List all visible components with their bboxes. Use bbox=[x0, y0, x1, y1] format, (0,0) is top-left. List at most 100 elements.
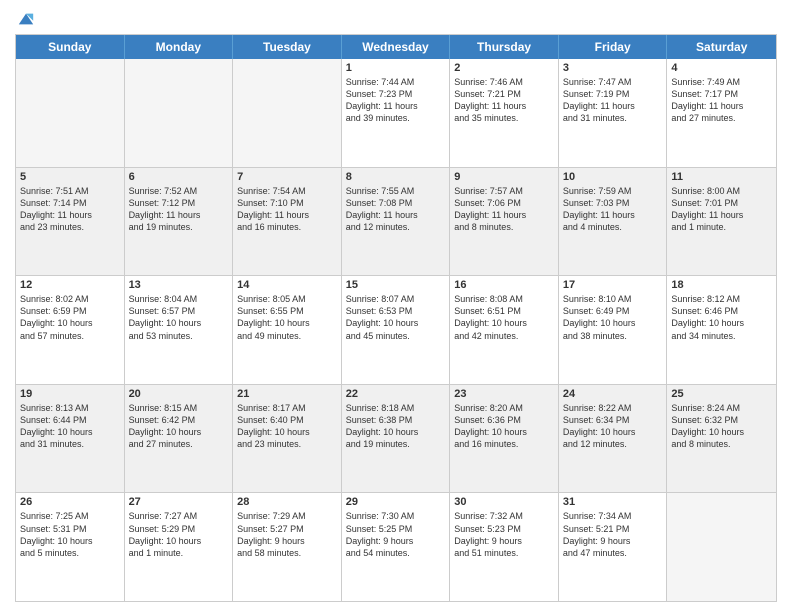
header bbox=[15, 10, 777, 28]
calendar-cell-19: 19Sunrise: 8:13 AM Sunset: 6:44 PM Dayli… bbox=[16, 385, 125, 493]
calendar-cell-25: 25 Sunrise: 8:24 AM Sunset: 6:32 PM Dayli… bbox=[667, 385, 776, 493]
cell-content: Sunrise: 7:44 AM Sunset: 7:23 PM Dayligh… bbox=[346, 76, 446, 125]
cell-content: Sunrise: 7:29 AM Sunset: 5:27 PM Dayligh… bbox=[237, 510, 337, 559]
day-number: 18 bbox=[671, 279, 772, 291]
calendar-cell-10: 10 Sunrise: 7:59 AM Sunset: 7:03 PM Dayli… bbox=[559, 168, 668, 276]
calendar-cell-30: 30 Sunrise: 7:32 AM Sunset: 5:23 PM Dayli… bbox=[450, 493, 559, 601]
calendar-cell-13: 13 Sunrise: 8:04 AM Sunset: 6:57 PM Dayli… bbox=[125, 276, 234, 384]
calendar-cell-28: 28 Sunrise: 7:29 AM Sunset: 5:27 PM Dayli… bbox=[233, 493, 342, 601]
calendar-cell-3: 3 Sunrise: 7:47 AM Sunset: 7:19 PM Daylig… bbox=[559, 59, 668, 167]
day-number: 29 bbox=[346, 496, 446, 508]
day-number: 16 bbox=[454, 279, 554, 291]
header-cell-friday: Friday bbox=[559, 35, 668, 59]
calendar-header: SundayMondayTuesdayWednesdayThursdayFrid… bbox=[16, 35, 776, 59]
cell-content: Sunrise: 8:00 AM Sunset: 7:01 PM Dayligh… bbox=[671, 185, 772, 234]
header-cell-thursday: Thursday bbox=[450, 35, 559, 59]
calendar-cell-27: 27 Sunrise: 7:27 AM Sunset: 5:29 PM Dayli… bbox=[125, 493, 234, 601]
day-number: 11 bbox=[671, 171, 772, 183]
cell-content: Sunrise: 8:12 AM Sunset: 6:46 PM Dayligh… bbox=[671, 293, 772, 342]
cell-content: Sunrise: 8:15 AM Sunset: 6:42 PM Dayligh… bbox=[129, 402, 229, 451]
calendar-cell-7: 7 Sunrise: 7:54 AM Sunset: 7:10 PM Daylig… bbox=[233, 168, 342, 276]
day-number: 6 bbox=[129, 171, 229, 183]
day-number: 27 bbox=[129, 496, 229, 508]
calendar-cell-23: 23 Sunrise: 8:20 AM Sunset: 6:36 PM Dayli… bbox=[450, 385, 559, 493]
calendar-row-4: 19Sunrise: 8:13 AM Sunset: 6:44 PM Dayli… bbox=[16, 384, 776, 493]
cell-content: Sunrise: 7:32 AM Sunset: 5:23 PM Dayligh… bbox=[454, 510, 554, 559]
cell-content: Sunrise: 8:08 AM Sunset: 6:51 PM Dayligh… bbox=[454, 293, 554, 342]
day-number: 12 bbox=[20, 279, 120, 291]
day-number: 7 bbox=[237, 171, 337, 183]
day-number: 25 bbox=[671, 388, 772, 400]
day-number: 20 bbox=[129, 388, 229, 400]
cell-content: Sunrise: 8:04 AM Sunset: 6:57 PM Dayligh… bbox=[129, 293, 229, 342]
day-number: 3 bbox=[563, 62, 663, 74]
cell-content: Sunrise: 7:57 AM Sunset: 7:06 PM Dayligh… bbox=[454, 185, 554, 234]
cell-content: Sunrise: 7:30 AM Sunset: 5:25 PM Dayligh… bbox=[346, 510, 446, 559]
day-number: 23 bbox=[454, 388, 554, 400]
cell-content: Sunrise: 7:46 AM Sunset: 7:21 PM Dayligh… bbox=[454, 76, 554, 125]
calendar-cell-24: 24 Sunrise: 8:22 AM Sunset: 6:34 PM Dayli… bbox=[559, 385, 668, 493]
calendar: SundayMondayTuesdayWednesdayThursdayFrid… bbox=[15, 34, 777, 602]
day-number: 13 bbox=[129, 279, 229, 291]
cell-content: Sunrise: 7:52 AM Sunset: 7:12 PM Dayligh… bbox=[129, 185, 229, 234]
calendar-cell-31: 31 Sunrise: 7:34 AM Sunset: 5:21 PM Dayli… bbox=[559, 493, 668, 601]
cell-content: Sunrise: 7:34 AM Sunset: 5:21 PM Dayligh… bbox=[563, 510, 663, 559]
calendar-cell-11: 11 Sunrise: 8:00 AM Sunset: 7:01 PM Dayli… bbox=[667, 168, 776, 276]
calendar-row-1: 1Sunrise: 7:44 AM Sunset: 7:23 PM Daylig… bbox=[16, 59, 776, 167]
header-cell-saturday: Saturday bbox=[667, 35, 776, 59]
calendar-row-5: 26Sunrise: 7:25 AM Sunset: 5:31 PM Dayli… bbox=[16, 492, 776, 601]
cell-content: Sunrise: 8:18 AM Sunset: 6:38 PM Dayligh… bbox=[346, 402, 446, 451]
header-cell-sunday: Sunday bbox=[16, 35, 125, 59]
calendar-cell-6: 6 Sunrise: 7:52 AM Sunset: 7:12 PM Daylig… bbox=[125, 168, 234, 276]
cell-content: Sunrise: 8:02 AM Sunset: 6:59 PM Dayligh… bbox=[20, 293, 120, 342]
cell-content: Sunrise: 7:25 AM Sunset: 5:31 PM Dayligh… bbox=[20, 510, 120, 559]
calendar-cell-20: 20 Sunrise: 8:15 AM Sunset: 6:42 PM Dayli… bbox=[125, 385, 234, 493]
cell-content: Sunrise: 7:51 AM Sunset: 7:14 PM Dayligh… bbox=[20, 185, 120, 234]
calendar-body: 1Sunrise: 7:44 AM Sunset: 7:23 PM Daylig… bbox=[16, 59, 776, 601]
header-cell-wednesday: Wednesday bbox=[342, 35, 451, 59]
cell-content: Sunrise: 7:59 AM Sunset: 7:03 PM Dayligh… bbox=[563, 185, 663, 234]
cell-content: Sunrise: 8:07 AM Sunset: 6:53 PM Dayligh… bbox=[346, 293, 446, 342]
day-number: 28 bbox=[237, 496, 337, 508]
day-number: 10 bbox=[563, 171, 663, 183]
header-cell-tuesday: Tuesday bbox=[233, 35, 342, 59]
calendar-cell-8: 8 Sunrise: 7:55 AM Sunset: 7:08 PM Daylig… bbox=[342, 168, 451, 276]
day-number: 19 bbox=[20, 388, 120, 400]
cell-content: Sunrise: 7:54 AM Sunset: 7:10 PM Dayligh… bbox=[237, 185, 337, 234]
cell-content: Sunrise: 7:27 AM Sunset: 5:29 PM Dayligh… bbox=[129, 510, 229, 559]
cell-content: Sunrise: 8:24 AM Sunset: 6:32 PM Dayligh… bbox=[671, 402, 772, 451]
cell-content: Sunrise: 7:49 AM Sunset: 7:17 PM Dayligh… bbox=[671, 76, 772, 125]
day-number: 22 bbox=[346, 388, 446, 400]
day-number: 30 bbox=[454, 496, 554, 508]
calendar-row-3: 12 Sunrise: 8:02 AM Sunset: 6:59 PM Dayli… bbox=[16, 275, 776, 384]
cell-content: Sunrise: 7:47 AM Sunset: 7:19 PM Dayligh… bbox=[563, 76, 663, 125]
logo bbox=[15, 10, 35, 28]
day-number: 14 bbox=[237, 279, 337, 291]
calendar-cell-4: 4Sunrise: 7:49 AM Sunset: 7:17 PM Daylig… bbox=[667, 59, 776, 167]
cell-content: Sunrise: 7:55 AM Sunset: 7:08 PM Dayligh… bbox=[346, 185, 446, 234]
calendar-cell-16: 16 Sunrise: 8:08 AM Sunset: 6:51 PM Dayli… bbox=[450, 276, 559, 384]
cell-content: Sunrise: 8:10 AM Sunset: 6:49 PM Dayligh… bbox=[563, 293, 663, 342]
day-number: 5 bbox=[20, 171, 120, 183]
calendar-cell-9: 9 Sunrise: 7:57 AM Sunset: 7:06 PM Daylig… bbox=[450, 168, 559, 276]
day-number: 24 bbox=[563, 388, 663, 400]
calendar-cell-15: 15Sunrise: 8:07 AM Sunset: 6:53 PM Dayli… bbox=[342, 276, 451, 384]
header-cell-monday: Monday bbox=[125, 35, 234, 59]
calendar-cell-14: 14Sunrise: 8:05 AM Sunset: 6:55 PM Dayli… bbox=[233, 276, 342, 384]
calendar-cell-12: 12 Sunrise: 8:02 AM Sunset: 6:59 PM Dayli… bbox=[16, 276, 125, 384]
calendar-cell-empty-0-1 bbox=[125, 59, 234, 167]
day-number: 17 bbox=[563, 279, 663, 291]
day-number: 21 bbox=[237, 388, 337, 400]
day-number: 9 bbox=[454, 171, 554, 183]
logo-icon bbox=[17, 10, 35, 28]
calendar-cell-29: 29 Sunrise: 7:30 AM Sunset: 5:25 PM Dayli… bbox=[342, 493, 451, 601]
cell-content: Sunrise: 8:20 AM Sunset: 6:36 PM Dayligh… bbox=[454, 402, 554, 451]
calendar-cell-empty-4-6 bbox=[667, 493, 776, 601]
day-number: 8 bbox=[346, 171, 446, 183]
day-number: 31 bbox=[563, 496, 663, 508]
cell-content: Sunrise: 8:17 AM Sunset: 6:40 PM Dayligh… bbox=[237, 402, 337, 451]
calendar-cell-empty-0-2 bbox=[233, 59, 342, 167]
calendar-cell-22: 22 Sunrise: 8:18 AM Sunset: 6:38 PM Dayli… bbox=[342, 385, 451, 493]
calendar-cell-5: 5 Sunrise: 7:51 AM Sunset: 7:14 PM Daylig… bbox=[16, 168, 125, 276]
cell-content: Sunrise: 8:22 AM Sunset: 6:34 PM Dayligh… bbox=[563, 402, 663, 451]
